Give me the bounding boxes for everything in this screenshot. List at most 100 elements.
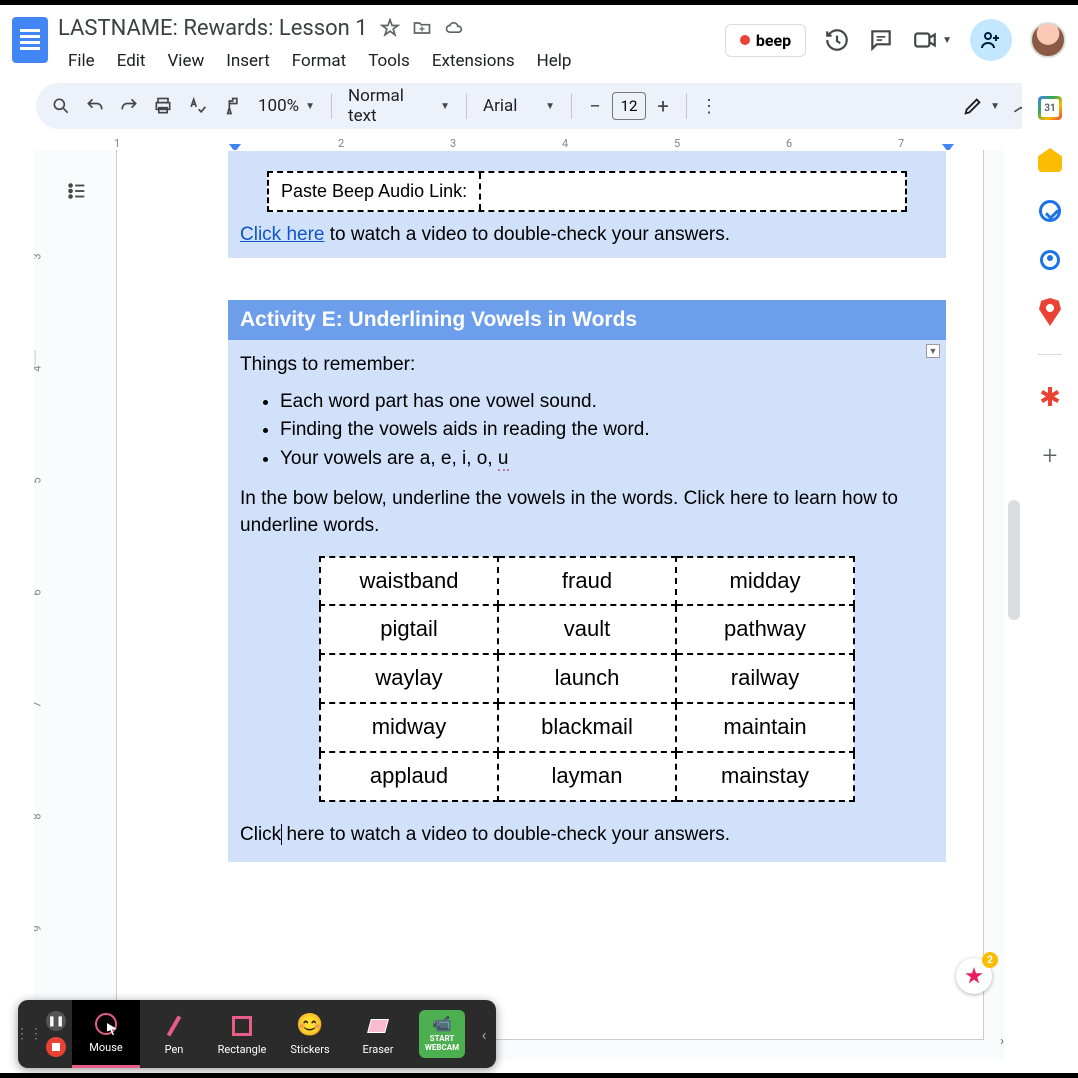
ruler-tick: 1	[114, 137, 120, 150]
audio-link-table[interactable]: Paste Beep Audio Link:	[267, 171, 907, 212]
addon-star-icon[interactable]: ✱	[1039, 383, 1061, 413]
activity-instructions: In the bow below, underline the vowels i…	[240, 486, 934, 539]
menu-edit[interactable]: Edit	[107, 47, 156, 75]
increase-font-icon[interactable]: +	[652, 95, 674, 117]
check-answers-text: Click here to watch a video to double-ch…	[240, 224, 934, 246]
word-cell[interactable]: fraud	[498, 557, 676, 606]
start-webcam-button[interactable]: 📹 STARTWEBCAM	[412, 1000, 472, 1068]
tool-label: Stickers	[290, 1043, 329, 1056]
screencast-toolbar[interactable]: ⋮⋮ ❚❚ Mouse Pen Rectangle 😊 Stickers Era…	[18, 1000, 496, 1068]
webcam-icon: 📹	[425, 1015, 459, 1033]
stop-record-button[interactable]	[46, 1037, 66, 1057]
menu-insert[interactable]: Insert	[216, 47, 280, 75]
undo-icon[interactable]	[84, 95, 106, 117]
collapse-toolbar-icon[interactable]: ‹	[472, 1000, 496, 1068]
mouse-tool[interactable]: Mouse	[72, 1000, 140, 1068]
pen-tool[interactable]: Pen	[140, 1000, 208, 1068]
word-cell[interactable]: launch	[498, 654, 676, 703]
star-icon[interactable]	[380, 18, 400, 38]
word-cell[interactable]: midway	[320, 703, 498, 752]
paint-format-icon[interactable]	[220, 95, 242, 117]
decrease-font-icon[interactable]: −	[584, 95, 606, 117]
redo-icon[interactable]	[118, 95, 140, 117]
vowels-words-table[interactable]: waistband fraud midday pigtail vault pat…	[319, 556, 855, 802]
word-cell[interactable]: pathway	[676, 605, 854, 654]
word-cell[interactable]: waylay	[320, 654, 498, 703]
pause-button[interactable]: ❚❚	[46, 1011, 66, 1031]
explore-badge: 2	[982, 952, 998, 968]
table-options-icon[interactable]: ▼	[926, 344, 940, 358]
word-cell[interactable]: pigtail	[320, 605, 498, 654]
menu-view[interactable]: View	[157, 47, 214, 75]
menu-format[interactable]: Format	[282, 47, 356, 75]
calendar-icon[interactable]	[1038, 96, 1062, 120]
tasks-icon[interactable]	[1039, 200, 1061, 222]
side-panel: ✱ +	[1022, 82, 1078, 1078]
table-drag-handle[interactable]: ⋮⋮	[34, 350, 36, 365]
editing-mode-icon[interactable]	[962, 95, 984, 117]
word-cell[interactable]: waistband	[320, 557, 498, 606]
word-cell[interactable]: railway	[676, 654, 854, 703]
share-button[interactable]	[970, 19, 1012, 61]
comments-icon[interactable]	[868, 27, 894, 53]
menu-help[interactable]: Help	[527, 47, 582, 75]
word-cell[interactable]: maintain	[676, 703, 854, 752]
account-avatar[interactable]	[1030, 22, 1066, 58]
vruler-tick: 6	[34, 589, 44, 595]
paragraph-style-select[interactable]: Normal text▼	[344, 86, 454, 126]
tool-label: Pen	[165, 1043, 184, 1056]
table-row: midway blackmail maintain	[320, 703, 854, 752]
menu-extensions[interactable]: Extensions	[422, 47, 525, 75]
chevron-down-icon[interactable]: ▼	[990, 101, 1000, 112]
beep-extension-button[interactable]: beep	[725, 24, 806, 57]
vruler-tick: 9	[34, 925, 44, 931]
explore-button[interactable]: 2	[956, 958, 992, 994]
eraser-tool[interactable]: Eraser	[344, 1000, 412, 1068]
drag-handle-icon[interactable]: ⋮⋮	[18, 1000, 40, 1068]
document-page[interactable]: Paste Beep Audio Link: Click here to wat…	[116, 150, 984, 1040]
stickers-tool[interactable]: 😊 Stickers	[276, 1000, 344, 1068]
print-icon[interactable]	[152, 95, 174, 117]
word-cell[interactable]: midday	[676, 557, 854, 606]
outline-toggle-icon[interactable]	[64, 180, 94, 206]
more-options-icon[interactable]: ⋮	[699, 95, 721, 117]
font-size-input[interactable]: 12	[612, 92, 646, 120]
chevron-down-icon[interactable]: ▼	[942, 35, 952, 46]
click-here-link[interactable]: Click here	[240, 224, 324, 245]
spellcheck-icon[interactable]	[186, 95, 208, 117]
document-title[interactable]: LASTNAME: Rewards: Lesson 1	[58, 16, 368, 41]
cloud-status-icon[interactable]	[444, 18, 464, 38]
search-icon[interactable]	[50, 95, 72, 117]
audio-link-input-cell[interactable]	[481, 173, 905, 210]
beep-label: beep	[756, 31, 791, 50]
meet-icon[interactable]	[912, 27, 938, 53]
docs-logo-icon[interactable]	[12, 17, 48, 63]
zoom-select[interactable]: 100%▼	[254, 96, 319, 116]
vertical-scrollbar-thumb[interactable]	[1008, 500, 1020, 620]
get-addons-icon[interactable]: +	[1043, 441, 1058, 471]
word-cell[interactable]: layman	[498, 752, 676, 801]
font-family-select[interactable]: Arial▼	[479, 96, 559, 116]
word-cell[interactable]: blackmail	[498, 703, 676, 752]
activity-e-block: Activity E: Underlining Vowels in Words …	[227, 299, 947, 863]
list-item: Finding the vowels aids in reading the w…	[280, 417, 934, 444]
remember-heading: Things to remember:	[240, 352, 934, 379]
ruler-tick: 6	[786, 137, 792, 150]
scroll-right-icon[interactable]: ›	[1000, 1034, 1004, 1049]
word-cell[interactable]: mainstay	[676, 752, 854, 801]
word-cell[interactable]: applaud	[320, 752, 498, 801]
tool-label: Mouse	[89, 1041, 122, 1054]
activity-e-header: Activity E: Underlining Vowels in Words	[228, 300, 946, 340]
menu-file[interactable]: File	[58, 47, 105, 75]
word-cell[interactable]: vault	[498, 605, 676, 654]
maps-icon[interactable]	[1039, 298, 1061, 326]
history-icon[interactable]	[824, 27, 850, 53]
vruler-tick: 5	[34, 477, 44, 483]
keep-icon[interactable]	[1038, 148, 1062, 172]
record-dot-icon	[740, 35, 750, 45]
menu-tools[interactable]: Tools	[358, 47, 420, 75]
contacts-icon[interactable]	[1040, 250, 1060, 270]
rectangle-tool[interactable]: Rectangle	[208, 1000, 276, 1068]
move-folder-icon[interactable]	[412, 18, 432, 38]
document-canvas[interactable]: ⋮⋮ 3 4 5 6 7 8 9 Paste Beep Audio Link: …	[34, 150, 1004, 1060]
